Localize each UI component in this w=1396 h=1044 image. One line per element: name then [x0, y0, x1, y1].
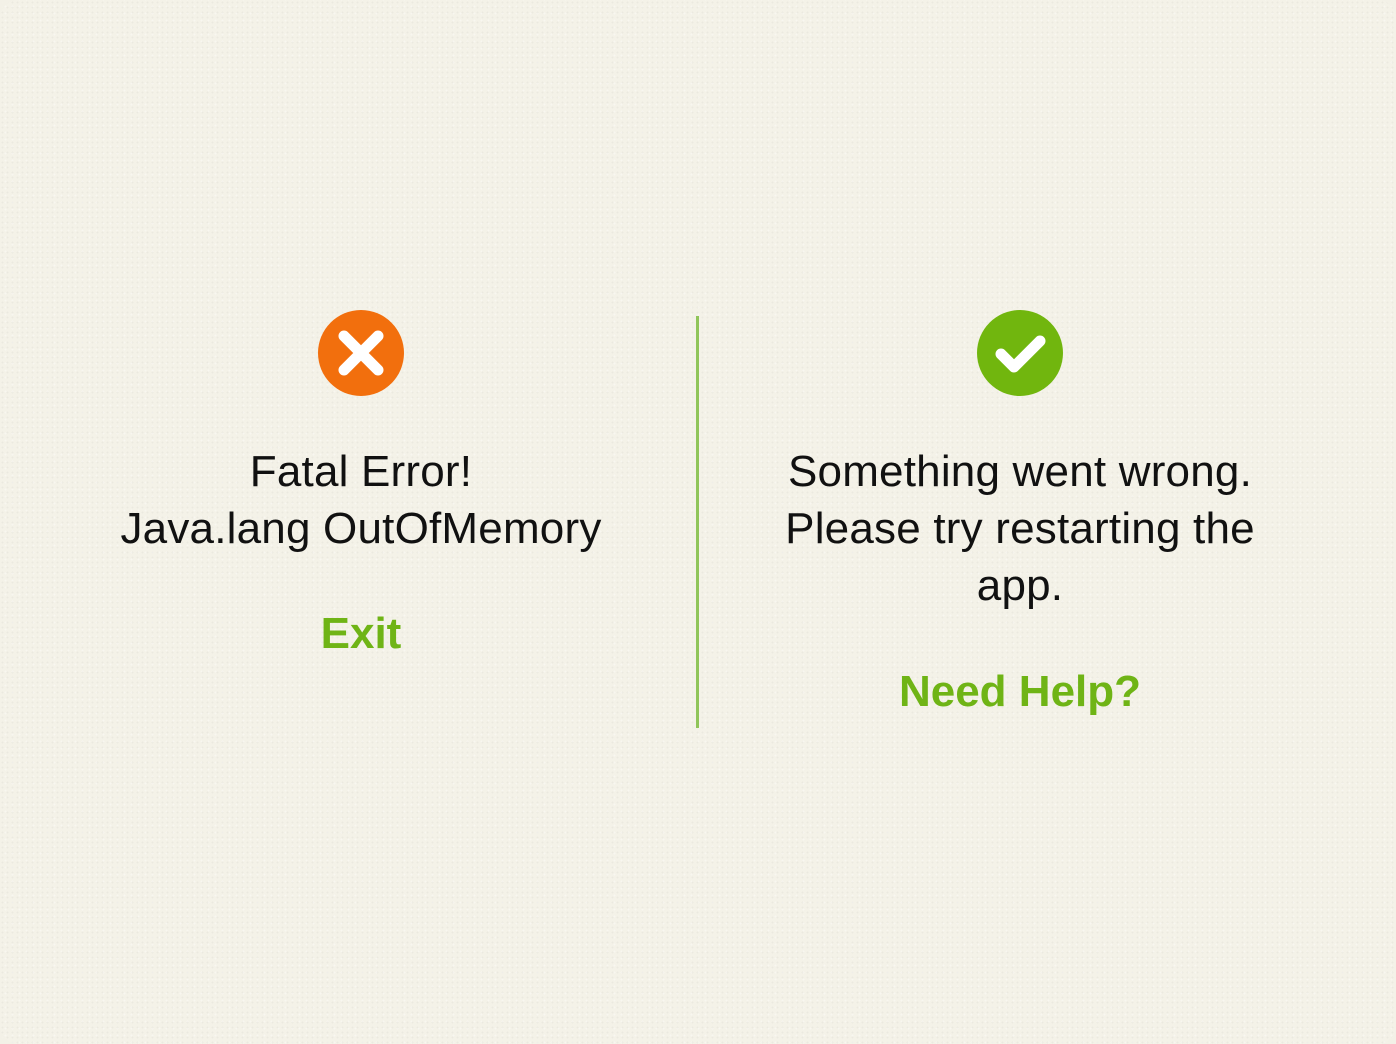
friendly-message-line: app.	[976, 561, 1064, 610]
close-circle-icon	[318, 310, 404, 396]
friendly-message-text: Something went wrong. Please try restart…	[700, 443, 1340, 614]
exit-button[interactable]: Exit	[321, 606, 402, 662]
check-circle-icon	[977, 310, 1063, 396]
need-help-link[interactable]: Need Help?	[899, 664, 1141, 720]
friendly-message-line: Something went wrong.	[787, 447, 1252, 496]
error-message-text: Fatal Error! Java.lang OutOfMemory	[41, 443, 681, 557]
comparison-canvas: Fatal Error! Java.lang OutOfMemory Exit …	[0, 0, 1396, 1044]
error-message-line: Fatal Error!	[249, 447, 473, 496]
vertical-divider	[696, 316, 699, 728]
error-message-line: Java.lang OutOfMemory	[120, 504, 602, 553]
friendly-message-line: Please try restarting the	[785, 504, 1255, 553]
friendly-message-panel: Something went wrong. Please try restart…	[700, 310, 1340, 720]
error-message-panel: Fatal Error! Java.lang OutOfMemory Exit	[41, 310, 681, 662]
